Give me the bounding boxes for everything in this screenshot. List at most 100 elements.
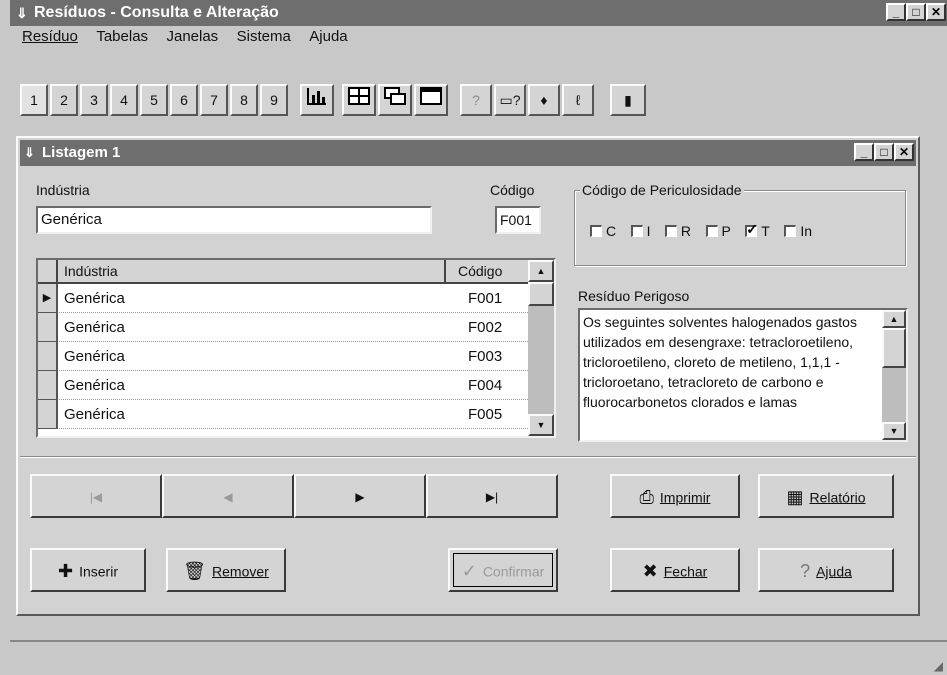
remover-button[interactable]: 🗑 Remover xyxy=(166,548,286,592)
help-question-icon[interactable]: ? xyxy=(460,84,492,116)
child-minimize-button[interactable]: _ xyxy=(854,143,874,161)
row-indicator xyxy=(38,313,58,342)
residuo-scroll-down-icon[interactable]: ▼ xyxy=(882,422,906,440)
help-topics-icon[interactable]: ▭? xyxy=(494,84,526,116)
checkbox-t-box[interactable] xyxy=(745,221,758,238)
info-icon[interactable]: ℓ xyxy=(562,84,594,116)
menu-sistema[interactable]: Sistema xyxy=(237,28,291,45)
table-row[interactable]: ▶ Genérica F001 xyxy=(38,284,528,313)
checkbox-p[interactable]: P xyxy=(705,222,741,239)
row-indicator xyxy=(38,342,58,371)
resize-grip-icon[interactable]: ◢ xyxy=(934,659,943,673)
tip-icon[interactable]: ♦ xyxy=(528,84,560,116)
checkbox-c-box[interactable] xyxy=(590,224,602,237)
app-title-bar: ⇓ Resíduos - Consulta e Alteração _ □ ✕ xyxy=(10,0,947,26)
checkbox-in-box[interactable] xyxy=(784,224,797,237)
checkbox-r[interactable]: R xyxy=(664,222,701,239)
cell-industria: Genérica xyxy=(64,377,125,394)
cell-industria: Genérica xyxy=(64,290,125,307)
residuo-scrollbar[interactable]: ▲ ▼ xyxy=(882,310,906,440)
chart-icon[interactable] xyxy=(300,84,334,116)
minimize-button[interactable]: _ xyxy=(886,3,906,21)
menu-residuo[interactable]: Resíduo xyxy=(22,28,78,45)
toolbar-btn-8[interactable]: 8 xyxy=(230,84,258,116)
toolbar-btn-5[interactable]: 5 xyxy=(140,84,168,116)
nav-first-button[interactable]: |◀ xyxy=(30,474,162,518)
ajuda-button[interactable]: ? Ajuda xyxy=(758,548,894,592)
toolbar-btn-2[interactable]: 2 xyxy=(50,84,78,116)
relatorio-button[interactable]: ▦ Relatório xyxy=(758,474,894,518)
trash-icon: 🗑 xyxy=(183,561,207,582)
grid-scrollbar[interactable]: ▲ ▼ xyxy=(528,260,554,436)
confirmar-button[interactable]: ✓ Confirmar xyxy=(448,548,558,592)
imprimir-button[interactable]: ⎙ Imprimir xyxy=(610,474,740,518)
exit-door-icon[interactable]: ▮ xyxy=(610,84,646,116)
menu-janelas[interactable]: Janelas xyxy=(166,28,218,45)
grid-header-industria[interactable]: Indústria xyxy=(60,260,446,282)
tile-windows-icon[interactable] xyxy=(342,84,376,116)
codigo-value: F001 xyxy=(500,212,532,228)
periculosidade-title: Código de Periculosidade xyxy=(580,182,744,198)
report-icon: ▦ xyxy=(786,487,804,508)
toolbar-btn-1[interactable]: 1 xyxy=(20,84,48,116)
checkbox-r-box[interactable] xyxy=(664,224,677,237)
maximize-button[interactable]: □ xyxy=(906,3,926,21)
fechar-button[interactable]: ✖ Fechar xyxy=(610,548,740,592)
industria-label: Indústria xyxy=(36,182,90,198)
menu-tabelas[interactable]: Tabelas xyxy=(96,28,148,45)
checkbox-p-box[interactable] xyxy=(705,224,718,237)
table-row[interactable]: Genérica F004 xyxy=(38,371,528,400)
cell-codigo: F001 xyxy=(468,290,503,307)
nav-first-icon: |◀ xyxy=(89,490,103,504)
app-icon: ⇓ xyxy=(16,5,28,21)
nav-prev-button[interactable]: ◀ xyxy=(162,474,294,518)
grid-corner xyxy=(38,260,58,282)
cell-industria: Genérica xyxy=(64,348,125,365)
checkbox-in[interactable]: In xyxy=(784,222,812,239)
inserir-button[interactable]: ✚ Inserir xyxy=(30,548,146,592)
nav-next-button[interactable]: ▶ xyxy=(294,474,426,518)
scroll-down-icon[interactable]: ▼ xyxy=(528,414,554,436)
residuo-textarea[interactable]: Os seguintes solventes halogenados gasto… xyxy=(578,308,908,442)
residuo-text: Os seguintes solventes halogenados gasto… xyxy=(583,314,857,410)
toolbar-btn-4[interactable]: 4 xyxy=(110,84,138,116)
child-close-button[interactable]: ✕ xyxy=(894,143,914,161)
checkbox-c[interactable]: C xyxy=(590,222,626,239)
residuo-scroll-up-icon[interactable]: ▲ xyxy=(882,310,906,328)
nav-last-button[interactable]: ▶| xyxy=(426,474,558,518)
periculosidade-options: C I R P T In xyxy=(590,221,910,240)
grid-header-codigo[interactable]: Código xyxy=(448,260,528,282)
checkbox-t[interactable]: T xyxy=(745,221,780,239)
table-row[interactable]: Genérica F002 xyxy=(38,313,528,342)
listagem-title: Listagem 1 xyxy=(42,144,121,161)
residuo-label: Resíduo Perigoso xyxy=(578,288,690,304)
checkbox-i-box[interactable] xyxy=(630,224,643,237)
codigo-label: Código xyxy=(490,182,535,198)
scroll-thumb[interactable] xyxy=(528,282,554,306)
checkbox-i[interactable]: I xyxy=(630,222,661,239)
residuos-grid[interactable]: Indústria Código ▶ Genérica F001 Genéric… xyxy=(36,258,556,438)
scroll-up-icon[interactable]: ▲ xyxy=(528,260,554,282)
window-icon[interactable] xyxy=(414,84,448,116)
app-title: Resíduos - Consulta e Alteração xyxy=(34,4,279,21)
status-bar: ◢ xyxy=(10,640,947,675)
table-row[interactable]: Genérica F003 xyxy=(38,342,528,371)
row-indicator-icon: ▶ xyxy=(38,284,58,313)
residuo-scroll-thumb[interactable] xyxy=(882,328,906,368)
menu-ajuda[interactable]: Ajuda xyxy=(309,28,347,45)
table-row[interactable]: Genérica F005 xyxy=(38,400,528,429)
toolbar-btn-9[interactable]: 9 xyxy=(260,84,288,116)
industria-input[interactable]: Genérica xyxy=(36,206,432,234)
toolbar-btn-7[interactable]: 7 xyxy=(200,84,228,116)
row-indicator xyxy=(38,371,58,400)
codigo-input[interactable]: F001 xyxy=(495,206,541,234)
toolbar-btn-6[interactable]: 6 xyxy=(170,84,198,116)
child-maximize-button[interactable]: □ xyxy=(874,143,894,161)
listagem-title-bar: ⇓ Listagem 1 _ □ ✕ xyxy=(20,140,916,166)
check-icon: ✓ xyxy=(461,561,477,582)
toolbar-btn-3[interactable]: 3 xyxy=(80,84,108,116)
cascade-windows-icon[interactable] xyxy=(378,84,412,116)
window-icon-small: ⇓ xyxy=(24,145,35,160)
close-button[interactable]: ✕ xyxy=(926,3,946,21)
cell-industria: Genérica xyxy=(64,406,125,423)
